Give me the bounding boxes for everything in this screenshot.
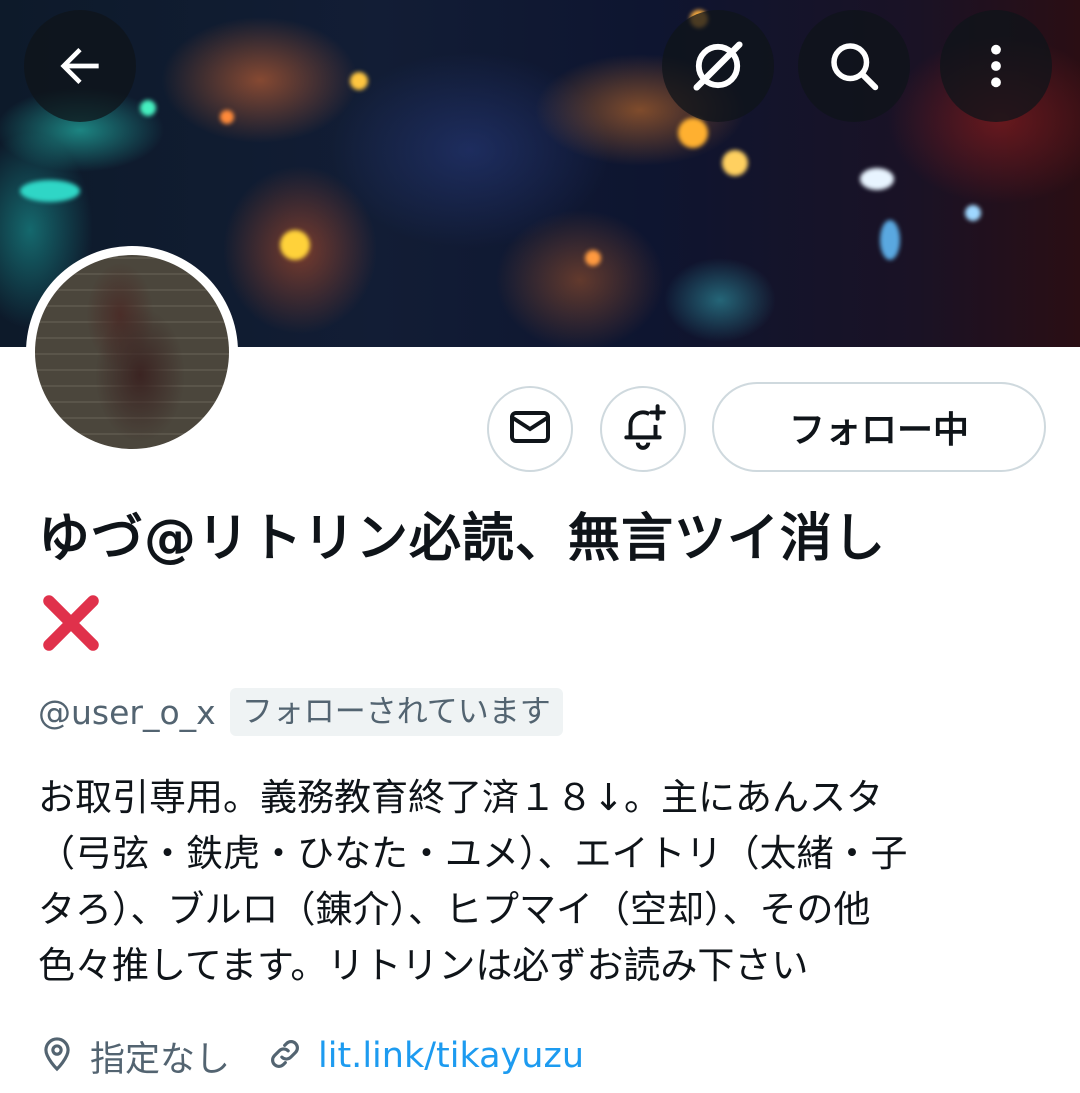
- more-button[interactable]: [940, 10, 1052, 122]
- profile-link[interactable]: lit.link/tikayuzu: [318, 1036, 584, 1076]
- bio-line: （弓弦・鉄虎・ひなた・ユメ）、エイトリ（太緒・子: [38, 832, 908, 875]
- message-button[interactable]: [487, 386, 573, 472]
- bio-line: お取引専用。義務教育終了済１８↓。主にあんスタ: [38, 776, 884, 819]
- handle-row: @user_o_x フォローされています: [38, 686, 563, 738]
- grok-icon: [686, 34, 750, 98]
- grok-button[interactable]: [662, 10, 774, 122]
- search-button[interactable]: [798, 10, 910, 122]
- bio: お取引専用。義務教育終了済１８↓。主にあんスタ （弓弦・鉄虎・ひなた・ユメ）、エ…: [38, 770, 1048, 994]
- envelope-icon: [506, 403, 554, 455]
- handle: @user_o_x: [38, 692, 216, 732]
- avatar-image: [35, 255, 229, 449]
- location-text: 指定なし: [90, 1039, 231, 1080]
- cross-mark-icon: [38, 590, 104, 656]
- location-pin-icon: [38, 1035, 76, 1077]
- notify-button[interactable]: [600, 386, 686, 472]
- back-button[interactable]: [24, 10, 136, 122]
- search-icon: [824, 36, 884, 96]
- arrow-left-icon: [52, 38, 108, 94]
- more-vertical-icon: [968, 38, 1024, 94]
- follows-you-badge: フォローされています: [229, 688, 563, 736]
- bio-line: タろ）、ブルロ（錬介）、ヒプマイ（空却）、その他: [38, 888, 871, 931]
- display-name: ゆづ@リトリン必読、無言ツイ消し: [38, 509, 887, 569]
- profile-meta: 指定なし lit.link/tikayuzu: [38, 1028, 584, 1084]
- bio-line: 色々推してます。リトリンは必ずお読み下さい: [38, 944, 809, 987]
- bell-plus-icon: [618, 402, 668, 456]
- link-icon: [266, 1035, 304, 1077]
- avatar[interactable]: [26, 246, 238, 458]
- following-button[interactable]: フォロー中: [712, 382, 1046, 472]
